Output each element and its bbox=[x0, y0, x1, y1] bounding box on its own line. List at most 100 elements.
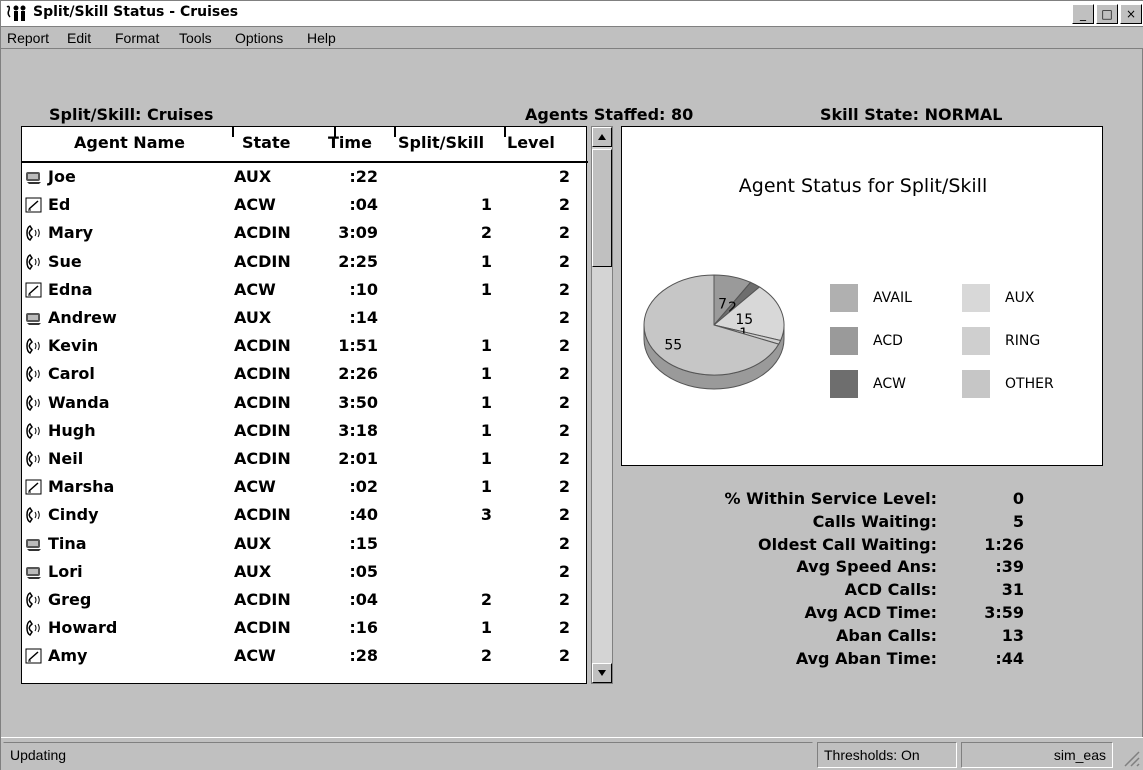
server-status: sim_eas bbox=[961, 742, 1113, 768]
workstation-icon bbox=[25, 310, 43, 326]
pie-label-acd: 7 bbox=[718, 296, 727, 312]
table-row[interactable]: Kevin ACDIN 1:51 1 2 bbox=[22, 334, 588, 358]
column-header-agent-name[interactable]: Agent Name bbox=[74, 127, 185, 159]
scroll-down-button[interactable] bbox=[592, 663, 612, 683]
table-row[interactable]: Cindy ACDIN:40 3 2 bbox=[22, 503, 588, 527]
stat-value: 1:26 bbox=[984, 534, 1024, 554]
legend-label-aux: AUX bbox=[1005, 290, 1035, 306]
agent-split-skill: 1 bbox=[480, 195, 492, 215]
title-bar: Split/Skill Status - Cruises _ □ × bbox=[1, 1, 1143, 27]
stat-label: Avg Speed Ans: bbox=[796, 557, 937, 577]
legend-swatch-aux bbox=[962, 284, 990, 312]
workstation-icon bbox=[25, 564, 43, 580]
legend-swatch-ring bbox=[962, 327, 990, 355]
agent-time: :02 bbox=[349, 477, 378, 497]
table-row[interactable]: Mary ACDIN 3:09 2 2 bbox=[22, 221, 588, 245]
agent-state: ACDIN bbox=[234, 251, 291, 271]
agent-state: ACW bbox=[234, 646, 276, 666]
agent-state: ACDIN bbox=[234, 223, 291, 243]
table-row[interactable]: Greg ACDIN:04 2 2 bbox=[22, 588, 588, 612]
agent-split-skill: 2 bbox=[480, 646, 492, 666]
phone-icon bbox=[25, 225, 43, 242]
table-row[interactable]: Andrew AUX:14 2 bbox=[22, 306, 588, 330]
table-row[interactable]: Ed ACW:04 1 2 bbox=[22, 193, 588, 217]
agent-level: 2 bbox=[558, 195, 570, 215]
table-row[interactable]: Carol ACDIN 2:26 1 2 bbox=[22, 362, 588, 386]
table-row[interactable]: Sue ACDIN 2:25 1 2 bbox=[22, 250, 588, 274]
table-row[interactable]: Neil ACDIN 2:01 1 2 bbox=[22, 447, 588, 471]
scroll-thumb[interactable] bbox=[592, 149, 612, 267]
stat-label: Avg ACD Time: bbox=[804, 603, 937, 622]
agent-table[interactable]: Agent Name State Time Split/Skill Level … bbox=[21, 126, 588, 684]
agent-time: :10 bbox=[349, 279, 378, 299]
agent-split-skill: 3 bbox=[480, 505, 492, 525]
notepad-icon bbox=[25, 197, 43, 213]
agent-time: :04 bbox=[349, 590, 378, 609]
table-scrollbar[interactable] bbox=[591, 126, 613, 684]
agent-name: Tina bbox=[48, 533, 87, 553]
stat-value: 0 bbox=[1012, 489, 1024, 508]
agent-time: 2:26 bbox=[338, 364, 378, 384]
menu-options[interactable]: Options bbox=[235, 30, 283, 46]
agent-state: ACW bbox=[234, 195, 276, 215]
agents-icon bbox=[6, 5, 26, 21]
agent-split-skill bbox=[422, 306, 492, 330]
table-row[interactable]: Hugh ACDIN 3:18 1 2 bbox=[22, 419, 588, 443]
agent-name: Cindy bbox=[48, 505, 99, 525]
table-row[interactable]: Joe AUX:22 2 bbox=[22, 165, 588, 189]
stat-value: :44 bbox=[995, 648, 1024, 668]
table-row[interactable]: Lori AUX:05 2 bbox=[22, 560, 588, 584]
column-header-state[interactable]: State bbox=[242, 127, 290, 159]
resize-grip-icon[interactable] bbox=[1119, 746, 1141, 768]
skill-state-label: Skill State: NORMAL bbox=[820, 105, 1003, 124]
close-button[interactable]: × bbox=[1120, 4, 1142, 24]
agent-level: 2 bbox=[558, 505, 570, 525]
menu-edit[interactable]: Edit bbox=[67, 30, 91, 46]
menu-report[interactable]: Report bbox=[7, 30, 49, 46]
table-row[interactable]: Marsha ACW:02 1 2 bbox=[22, 475, 588, 499]
maximize-button[interactable]: □ bbox=[1096, 4, 1118, 24]
agent-time: 2:25 bbox=[338, 251, 378, 271]
table-row[interactable]: Howard ACDIN:16 1 2 bbox=[22, 616, 588, 640]
agent-time: 3:09 bbox=[338, 223, 378, 243]
table-row[interactable]: Edna ACW:10 1 2 bbox=[22, 278, 588, 302]
status-bar: Updating Thresholds: On sim_eas bbox=[1, 737, 1143, 770]
agent-split-skill bbox=[422, 560, 492, 584]
table-row[interactable]: Amy ACW:28 2 2 bbox=[22, 644, 588, 668]
agent-state: ACW bbox=[234, 477, 276, 497]
workstation-icon bbox=[25, 536, 43, 552]
table-row[interactable]: Tina AUX:15 2 bbox=[22, 532, 588, 556]
notepad-icon bbox=[25, 282, 43, 298]
legend-label-avail: AVAIL bbox=[873, 290, 912, 306]
column-divider[interactable] bbox=[232, 127, 234, 137]
agent-name: Wanda bbox=[48, 392, 110, 412]
stat-label: Oldest Call Waiting: bbox=[758, 534, 937, 554]
agent-state: ACDIN bbox=[234, 364, 291, 384]
column-header-time[interactable]: Time bbox=[328, 127, 372, 159]
agent-level: 2 bbox=[558, 364, 570, 384]
agent-level: 2 bbox=[558, 308, 570, 327]
scroll-up-button[interactable] bbox=[592, 127, 612, 147]
agent-time: :40 bbox=[349, 505, 378, 525]
agent-split-skill: 2 bbox=[480, 590, 492, 609]
agent-name: Carol bbox=[48, 364, 95, 384]
menu-format[interactable]: Format bbox=[115, 30, 159, 46]
table-row[interactable]: Wanda ACDIN 3:50 1 2 bbox=[22, 391, 588, 415]
menu-bar: Report Edit Format Tools Options Help bbox=[1, 27, 1143, 49]
column-divider[interactable] bbox=[394, 127, 396, 137]
agent-state: ACDIN bbox=[234, 336, 291, 356]
agent-level: 2 bbox=[558, 618, 570, 638]
column-divider[interactable] bbox=[504, 127, 506, 137]
agent-state: ACDIN bbox=[234, 590, 291, 609]
minimize-button[interactable]: _ bbox=[1072, 4, 1094, 24]
thresholds-status: Thresholds: On bbox=[817, 742, 957, 768]
split-skill-status-window: Split/Skill Status - Cruises _ □ × Repor… bbox=[0, 0, 1143, 770]
column-header-level[interactable]: Level bbox=[507, 127, 555, 159]
column-header-split-skill[interactable]: Split/Skill bbox=[398, 127, 484, 159]
agent-split-skill bbox=[422, 165, 492, 189]
menu-tools[interactable]: Tools bbox=[179, 30, 212, 46]
agent-state: AUX bbox=[234, 167, 272, 186]
legend-label-acd: ACD bbox=[873, 333, 903, 349]
menu-help[interactable]: Help bbox=[307, 30, 336, 46]
notepad-icon bbox=[25, 648, 43, 664]
